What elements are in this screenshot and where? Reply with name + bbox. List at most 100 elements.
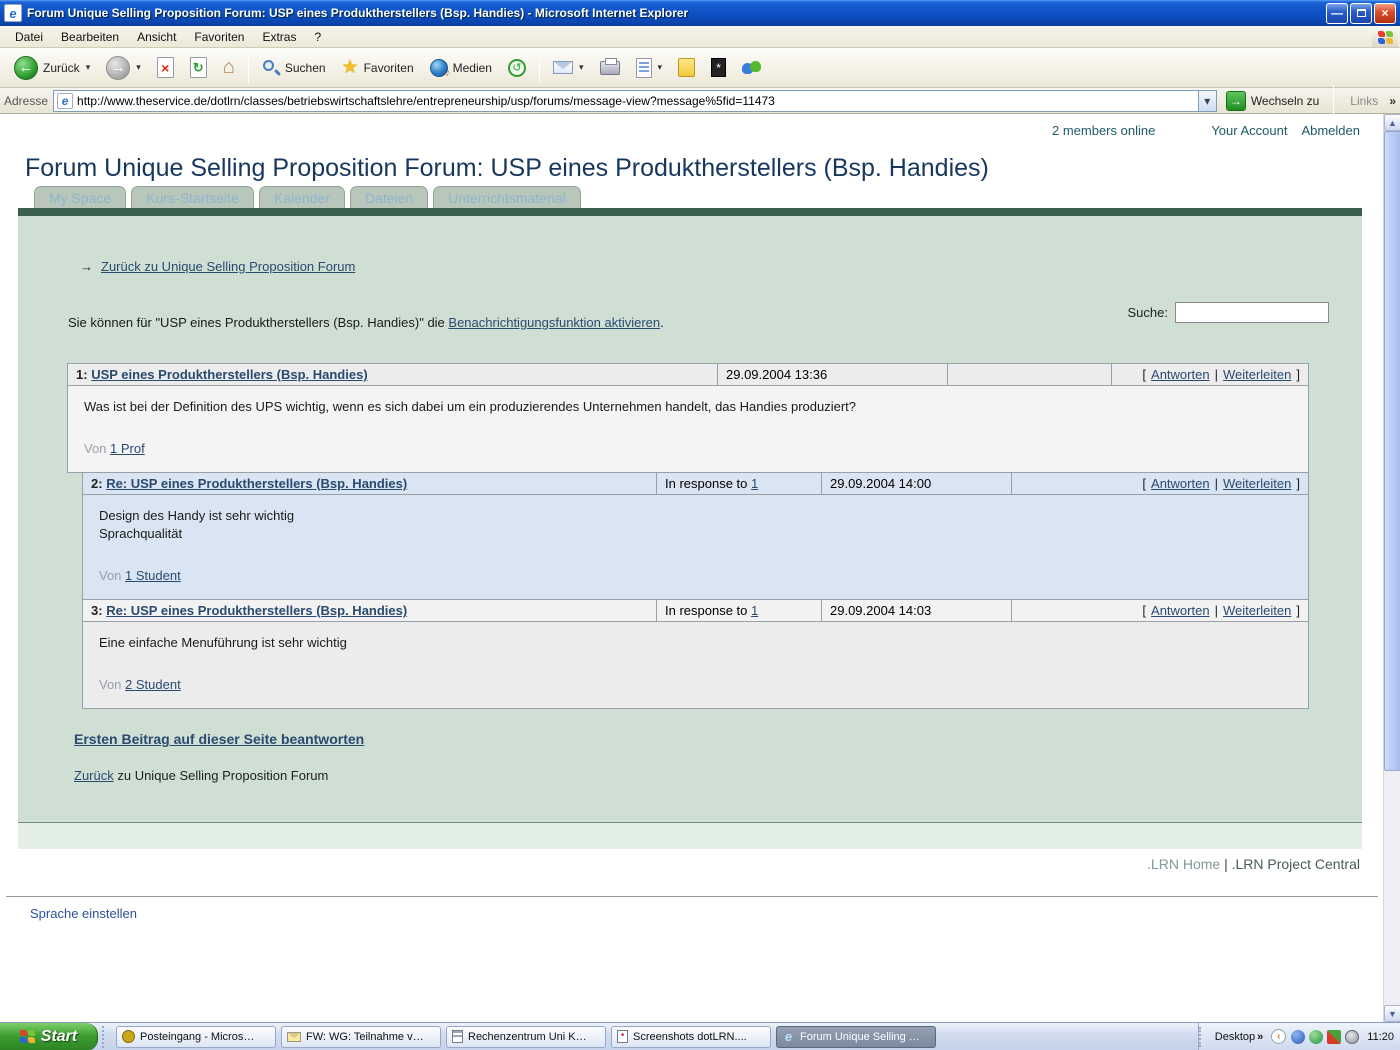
message-date: 29.09.2004 13:36 — [717, 364, 947, 385]
task-mail-message[interactable]: FW: WG: Teilnahme v… — [281, 1026, 441, 1048]
scroll-down-button[interactable]: ▼ — [1384, 1005, 1400, 1022]
scroll-up-button[interactable]: ▲ — [1384, 114, 1400, 131]
menu-ansicht[interactable]: Ansicht — [128, 27, 185, 47]
media-label: Medien — [453, 61, 492, 75]
menu-extras[interactable]: Extras — [253, 27, 305, 47]
close-button[interactable]: × — [1374, 3, 1396, 24]
throbber-logo — [1372, 27, 1398, 47]
home-button[interactable]: ⌂ — [215, 51, 243, 85]
message-3-header: 3: Re: USP eines Produktherstellers (Bsp… — [83, 600, 1308, 622]
taskbar-clock: 11:20 — [1367, 1031, 1394, 1043]
antworten-link[interactable]: Antworten — [1151, 476, 1210, 491]
language-settings-link[interactable]: Sprache einstellen — [30, 906, 137, 921]
task-rechenzentrum[interactable]: Rechenzentrum Uni K… — [446, 1026, 606, 1048]
notification-activate-link[interactable]: Benachrichtigungsfunktion aktivieren — [448, 315, 660, 330]
in-response-label: In response to — [665, 476, 747, 491]
history-button[interactable]: ↺ — [500, 51, 534, 85]
in-response-link[interactable]: 1 — [751, 476, 758, 491]
tab-unterrichtsmaterial[interactable]: Unterrichtsmaterial — [433, 186, 580, 208]
tab-dateien[interactable]: Dateien — [350, 186, 428, 208]
logout-link[interactable]: Abmelden — [1301, 123, 1360, 138]
lrn-project-central: .LRN Project Central — [1232, 856, 1360, 872]
tray-network-icon[interactable] — [1309, 1030, 1323, 1044]
back-button[interactable]: ← Zurück ▾ — [6, 51, 98, 85]
tab-my-space[interactable]: My Space — [34, 186, 126, 208]
menu-help[interactable]: ? — [305, 27, 330, 47]
author-link[interactable]: 1 Prof — [110, 441, 145, 456]
weiterleiten-link[interactable]: Weiterleiten — [1223, 476, 1291, 491]
discuss-button[interactable] — [670, 51, 703, 85]
menu-favoriten[interactable]: Favoriten — [185, 27, 253, 47]
menu-bearbeiten[interactable]: Bearbeiten — [52, 27, 128, 47]
tray-messenger-icon[interactable] — [1291, 1030, 1305, 1044]
tray-volume-icon[interactable] — [1345, 1030, 1359, 1044]
message-title-link[interactable]: Re: USP eines Produktherstellers (Bsp. H… — [106, 603, 407, 618]
task-forum-active[interactable]: e Forum Unique Selling … — [776, 1026, 936, 1048]
antworten-link[interactable]: Antworten — [1151, 603, 1210, 618]
author-link[interactable]: 1 Student — [125, 568, 181, 583]
task-posteingang[interactable]: Posteingang - Micros… — [116, 1026, 276, 1048]
windows-flag-icon — [20, 1030, 35, 1043]
message-title-link[interactable]: USP eines Produktherstellers (Bsp. Handi… — [91, 367, 367, 382]
favorites-button[interactable]: ★ Favoriten — [334, 51, 422, 85]
tray-app-icon[interactable] — [1327, 1030, 1341, 1044]
messenger-button[interactable] — [734, 51, 770, 85]
mail-dropdown-icon[interactable]: ▾ — [579, 62, 584, 73]
desktop-toolbar-label[interactable]: Desktop — [1215, 1031, 1255, 1043]
forum-search-input[interactable] — [1175, 302, 1329, 323]
message-1: 1: USP eines Produktherstellers (Bsp. Ha… — [67, 363, 1309, 473]
antworten-link[interactable]: Antworten — [1151, 367, 1210, 382]
tab-kalender[interactable]: Kalender — [259, 186, 345, 208]
stop-button[interactable]: × — [149, 51, 182, 85]
refresh-button[interactable]: ↻ — [182, 51, 215, 85]
menu-datei[interactable]: Datei — [6, 27, 52, 47]
back-bottom-link[interactable]: Zurück — [74, 768, 114, 783]
hide-icons-button[interactable]: ‹ — [1271, 1029, 1286, 1044]
search-button[interactable]: Suchen — [254, 51, 334, 85]
restore-button[interactable] — [1350, 3, 1372, 24]
media-button[interactable]: ♪ Medien — [422, 51, 500, 85]
lrn-home-link[interactable]: .LRN Home — [1147, 856, 1220, 872]
message-title-link[interactable]: Re: USP eines Produktherstellers (Bsp. H… — [106, 476, 407, 491]
reply-first-post-link[interactable]: Ersten Beitrag auf dieser Seite beantwor… — [74, 731, 364, 747]
forward-button[interactable]: → ▾ — [98, 51, 149, 85]
weiterleiten-link[interactable]: Weiterleiten — [1223, 603, 1291, 618]
vertical-scrollbar[interactable]: ▲ ▼ — [1383, 114, 1400, 1022]
back-to-forum-row: → Zurück zu Unique Selling Proposition F… — [80, 259, 355, 274]
title-bar: e Forum Unique Selling Proposition Forum… — [0, 0, 1400, 26]
links-chevron-icon[interactable]: » — [1389, 94, 1396, 108]
your-account-link[interactable]: Your Account — [1211, 123, 1287, 138]
back-icon: ← — [14, 56, 38, 80]
minimize-button[interactable]: — — [1326, 3, 1348, 24]
address-dropdown-button[interactable]: ▾ — [1198, 91, 1216, 111]
in-response-link[interactable]: 1 — [751, 603, 758, 618]
tab-kurs-startseite[interactable]: Kurs-Startseite — [131, 186, 254, 208]
quick-launch-handle[interactable] — [102, 1026, 112, 1048]
back-to-forum-link[interactable]: Zurück zu Unique Selling Proposition For… — [101, 259, 355, 274]
edit-dropdown-icon[interactable]: ▾ — [658, 62, 663, 73]
task-screenshots[interactable]: * Screenshots dotLRN.... — [611, 1026, 771, 1048]
print-button[interactable] — [592, 51, 628, 85]
tray-handle[interactable] — [1199, 1027, 1201, 1047]
start-button[interactable]: Start — [0, 1023, 98, 1050]
go-label: Wechseln zu — [1251, 94, 1319, 108]
edit-icon — [636, 58, 652, 78]
forward-dropdown-icon[interactable]: ▾ — [136, 62, 141, 73]
edit-button[interactable]: ▾ — [628, 51, 671, 85]
forward-icon: → — [106, 56, 130, 80]
back-dropdown-icon[interactable]: ▾ — [86, 62, 91, 73]
links-toolbar-label[interactable]: Links — [1344, 94, 1384, 108]
scrollbar-thumb[interactable] — [1384, 131, 1400, 771]
back-bottom-row: Zurück zu Unique Selling Proposition For… — [74, 768, 328, 783]
weiterleiten-link[interactable]: Weiterleiten — [1223, 367, 1291, 382]
back-label: Zurück — [43, 61, 80, 75]
print-icon — [600, 61, 620, 75]
desktop-chevron-icon[interactable]: » — [1257, 1031, 1263, 1043]
sidebar-button[interactable]: * — [703, 51, 734, 85]
favorites-icon: ★ — [342, 56, 359, 79]
address-input[interactable] — [77, 94, 1198, 108]
go-button[interactable]: → Wechseln zu — [1222, 91, 1323, 111]
image-file-icon: * — [617, 1030, 628, 1043]
mail-button[interactable]: ▾ — [545, 51, 592, 85]
author-link[interactable]: 2 Student — [125, 677, 181, 692]
